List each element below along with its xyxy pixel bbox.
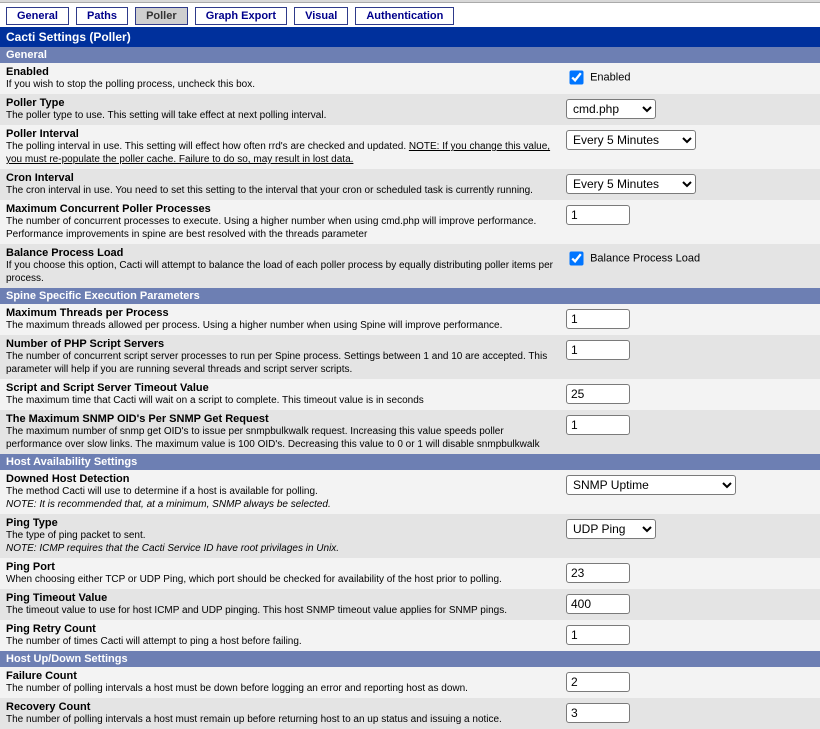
row-max-threads: Maximum Threads per Process The maximum … — [0, 304, 820, 335]
field-desc: The maximum threads allowed per process.… — [6, 319, 556, 332]
field-desc: The timeout value to use for host ICMP a… — [6, 604, 556, 617]
field-title: Number of PHP Script Servers — [6, 338, 556, 350]
field-desc: The maximum number of snmp get OID's to … — [6, 425, 556, 451]
field-title: Script and Script Server Timeout Value — [6, 382, 556, 394]
field-title: Maximum Concurrent Poller Processes — [6, 203, 556, 215]
field-title: Poller Type — [6, 97, 556, 109]
field-desc: If you wish to stop the polling process,… — [6, 78, 556, 91]
recovery-count-input[interactable] — [566, 703, 630, 723]
field-title: Cron Interval — [6, 172, 556, 184]
field-desc: If you choose this option, Cacti will at… — [6, 259, 556, 285]
field-title: Maximum Threads per Process — [6, 307, 556, 319]
field-title: The Maximum SNMP OID's Per SNMP Get Requ… — [6, 413, 556, 425]
row-ping-timeout: Ping Timeout Value The timeout value to … — [0, 589, 820, 620]
section-header-host-avail: Host Availability Settings — [0, 454, 820, 470]
ping-port-input[interactable] — [566, 563, 630, 583]
field-desc: The number of polling intervals a host m… — [6, 682, 556, 695]
field-title: Downed Host Detection — [6, 473, 556, 485]
script-timeout-input[interactable] — [566, 384, 630, 404]
ping-retry-input[interactable] — [566, 625, 630, 645]
max-oids-input[interactable] — [566, 415, 630, 435]
tab-poller[interactable]: Poller — [135, 7, 188, 25]
max-threads-input[interactable] — [566, 309, 630, 329]
tab-general[interactable]: General — [6, 7, 69, 25]
ping-timeout-input[interactable] — [566, 594, 630, 614]
field-desc: The number of times Cacti will attempt t… — [6, 635, 556, 648]
row-poller-interval: Poller Interval The polling interval in … — [0, 125, 820, 169]
row-php-servers: Number of PHP Script Servers The number … — [0, 335, 820, 379]
row-downed-detect: Downed Host Detection The method Cacti w… — [0, 470, 820, 514]
field-desc: The cron interval in use. You need to se… — [6, 184, 556, 197]
desc-note: NOTE: ICMP requires that the Cacti Servi… — [6, 543, 339, 554]
field-title: Failure Count — [6, 670, 556, 682]
desc-note: NOTE: It is recommended that, at a minim… — [6, 499, 331, 510]
field-desc: The number of concurrent processes to ex… — [6, 215, 556, 241]
desc-text: The type of ping packet to sent. — [6, 530, 146, 541]
row-ping-retry: Ping Retry Count The number of times Cac… — [0, 620, 820, 651]
max-concurrent-input[interactable] — [566, 205, 630, 225]
field-title: Balance Process Load — [6, 247, 556, 259]
field-desc: The method Cacti will use to determine i… — [6, 485, 556, 511]
row-cron-interval: Cron Interval The cron interval in use. … — [0, 169, 820, 200]
field-desc: The poller type to use. This setting wil… — [6, 109, 556, 122]
balance-load-checkbox[interactable] — [569, 251, 583, 265]
section-header-spine: Spine Specific Execution Parameters — [0, 288, 820, 304]
field-desc: The number of polling intervals a host m… — [6, 713, 556, 726]
downed-detect-select[interactable]: SNMP Uptime — [566, 475, 736, 495]
ping-type-select[interactable]: UDP Ping — [566, 519, 656, 539]
field-title: Poller Interval — [6, 128, 556, 140]
field-title: Recovery Count — [6, 701, 556, 713]
field-title: Enabled — [6, 66, 556, 78]
row-recovery-count: Recovery Count The number of polling int… — [0, 698, 820, 729]
page-title: Cacti Settings (Poller) — [0, 27, 820, 47]
tab-authentication[interactable]: Authentication — [355, 7, 454, 25]
poller-interval-select[interactable]: Every 5 Minutes — [566, 130, 696, 150]
section-header-host-updown: Host Up/Down Settings — [0, 651, 820, 667]
row-balance-load: Balance Process Load If you choose this … — [0, 244, 820, 288]
field-desc: When choosing either TCP or UDP Ping, wh… — [6, 573, 556, 586]
row-poller-type: Poller Type The poller type to use. This… — [0, 94, 820, 125]
row-max-oids: The Maximum SNMP OID's Per SNMP Get Requ… — [0, 410, 820, 454]
tab-visual[interactable]: Visual — [294, 7, 348, 25]
field-title: Ping Port — [6, 561, 556, 573]
field-desc: The type of ping packet to sent. NOTE: I… — [6, 529, 556, 555]
row-max-concurrent: Maximum Concurrent Poller Processes The … — [0, 200, 820, 244]
row-ping-type: Ping Type The type of ping packet to sen… — [0, 514, 820, 558]
field-title: Ping Type — [6, 517, 556, 529]
row-failure-count: Failure Count The number of polling inte… — [0, 667, 820, 698]
desc-text: The method Cacti will use to determine i… — [6, 486, 318, 497]
section-header-general: General — [0, 47, 820, 63]
tab-graph-export[interactable]: Graph Export — [195, 7, 287, 25]
balance-load-checkbox-label: Balance Process Load — [590, 253, 700, 265]
settings-page: General Paths Poller Graph Export Visual… — [0, 0, 820, 729]
desc-text: The polling interval in use. This settin… — [6, 141, 409, 152]
field-title: Ping Timeout Value — [6, 592, 556, 604]
field-desc: The polling interval in use. This settin… — [6, 140, 556, 166]
field-title: Ping Retry Count — [6, 623, 556, 635]
row-enabled: Enabled If you wish to stop the polling … — [0, 63, 820, 94]
failure-count-input[interactable] — [566, 672, 630, 692]
cron-interval-select[interactable]: Every 5 Minutes — [566, 174, 696, 194]
field-desc: The number of concurrent script server p… — [6, 350, 556, 376]
tab-bar: General Paths Poller Graph Export Visual… — [0, 3, 820, 27]
enabled-checkbox-label: Enabled — [590, 72, 630, 84]
field-desc: The maximum time that Cacti will wait on… — [6, 394, 556, 407]
php-servers-input[interactable] — [566, 340, 630, 360]
row-script-timeout: Script and Script Server Timeout Value T… — [0, 379, 820, 410]
tab-paths[interactable]: Paths — [76, 7, 128, 25]
row-ping-port: Ping Port When choosing either TCP or UD… — [0, 558, 820, 589]
enabled-checkbox[interactable] — [569, 70, 583, 84]
poller-type-select[interactable]: cmd.php — [566, 99, 656, 119]
